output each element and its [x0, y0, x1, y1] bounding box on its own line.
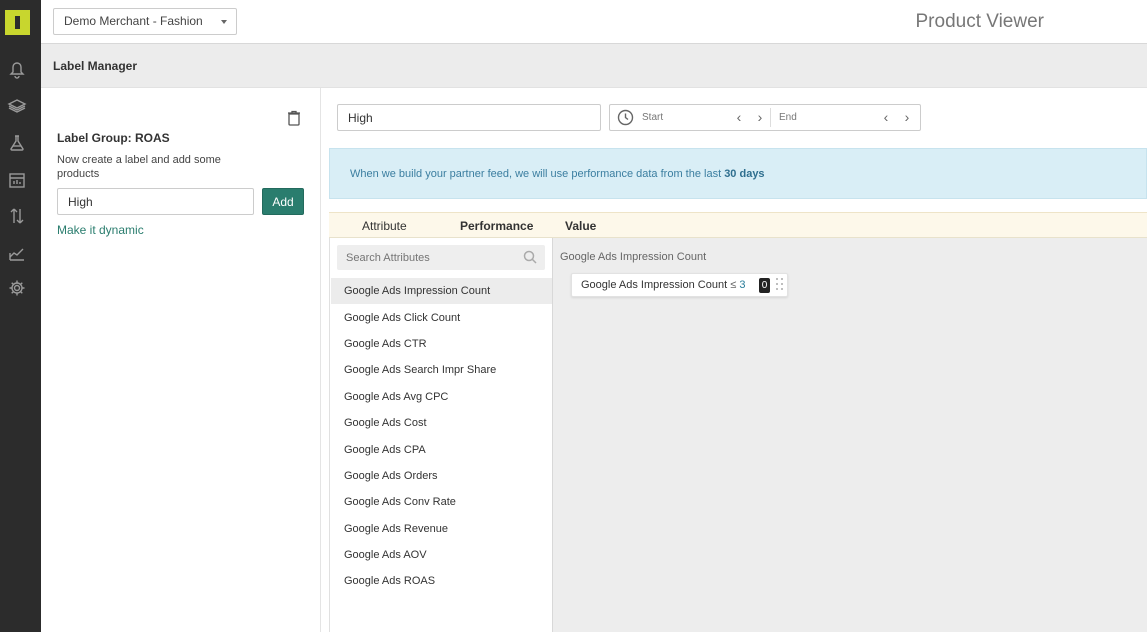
list-item[interactable]: Google Ads Search Impr Share: [331, 357, 552, 383]
section-header: Label Manager: [41, 44, 1147, 88]
attribute-list: Google Ads Impression Count Google Ads C…: [329, 238, 553, 632]
app-logo[interactable]: [5, 10, 30, 35]
list-item[interactable]: Google Ads CTR: [331, 331, 552, 357]
rule-group-title: Google Ads Impression Count: [560, 251, 707, 263]
info-period: 30 days: [724, 168, 765, 180]
search-icon: [523, 250, 537, 264]
tab-attribute[interactable]: Attribute: [362, 219, 407, 233]
chevron-left-icon[interactable]: ‹: [879, 110, 893, 124]
drag-handle-icon[interactable]: [776, 278, 784, 293]
trash-icon[interactable]: [287, 110, 301, 126]
search-input[interactable]: [337, 245, 517, 270]
chevron-right-icon[interactable]: ›: [753, 110, 767, 124]
bell-icon[interactable]: [6, 59, 28, 81]
list-item[interactable]: Google Ads Avg CPC: [331, 384, 552, 410]
rule-value[interactable]: 3: [739, 279, 745, 291]
chevron-down-icon: [221, 20, 227, 24]
make-dynamic-link[interactable]: Make it dynamic: [57, 223, 144, 237]
add-button[interactable]: Add: [262, 188, 304, 215]
page-title: Product Viewer: [915, 11, 1045, 32]
date-range-picker[interactable]: Start ‹ › End ‹ ›: [609, 104, 921, 131]
rule-operator: ≤: [730, 279, 737, 291]
tab-performance[interactable]: Performance: [460, 219, 533, 233]
top-bar: Demo Merchant - Fashion Product Viewer: [41, 0, 1147, 44]
chart-icon[interactable]: [6, 242, 28, 264]
chevron-left-icon[interactable]: ‹: [732, 110, 746, 124]
info-text: When we build your partner feed, we will…: [350, 168, 725, 180]
left-rail: [0, 0, 41, 632]
list-item[interactable]: Google Ads Conv Rate: [331, 489, 552, 515]
list-item[interactable]: Google Ads ROAS: [331, 568, 552, 594]
date-end-field[interactable]: End: [779, 112, 797, 123]
rule-text: Google Ads Impression Count ≤ 3: [581, 279, 745, 291]
label-group-panel: Label Group: ROAS Now create a label and…: [41, 88, 321, 632]
rule-builder-area: Google Ads Impression Count Google Ads I…: [553, 238, 1147, 632]
list-item[interactable]: Google Ads Orders: [331, 463, 552, 489]
label-title-input[interactable]: [337, 104, 601, 131]
label-hint: Now create a label and add some products: [57, 154, 221, 180]
rule-attribute: Google Ads Impression Count: [581, 279, 728, 291]
list-item[interactable]: Google Ads Impression Count: [331, 278, 552, 304]
list-item[interactable]: Google Ads Cost: [331, 410, 552, 436]
list-item[interactable]: Google Ads Revenue: [331, 516, 552, 542]
tab-value[interactable]: Value: [565, 219, 596, 233]
arrows-icon[interactable]: [6, 205, 28, 227]
rule-tabs: Attribute Performance Value: [329, 212, 1147, 238]
list-item[interactable]: Google Ads Click Count: [331, 305, 552, 331]
chevron-right-icon[interactable]: ›: [900, 110, 914, 124]
label-group-title: Label Group: ROAS: [57, 131, 170, 145]
divider: [770, 108, 771, 127]
store-icon[interactable]: [6, 169, 28, 191]
merchant-select-value: Demo Merchant - Fashion: [64, 14, 203, 28]
list-item[interactable]: Google Ads AOV: [331, 542, 552, 568]
info-message: When we build your partner feed, we will…: [350, 168, 765, 180]
rule-chip[interactable]: Google Ads Impression Count ≤ 3 0: [571, 273, 788, 297]
info-banner: When we build your partner feed, we will…: [329, 148, 1147, 199]
list-item[interactable]: Google Ads CPA: [331, 437, 552, 463]
gear-icon[interactable]: [6, 277, 28, 299]
flask-icon[interactable]: [6, 132, 28, 154]
rule-count-badge: 0: [759, 278, 770, 293]
clock-icon: [617, 109, 634, 126]
section-title: Label Manager: [53, 59, 138, 73]
label-name-input[interactable]: [57, 188, 254, 215]
layers-icon[interactable]: [6, 96, 28, 118]
date-start-field[interactable]: Start: [642, 112, 663, 123]
merchant-select[interactable]: Demo Merchant - Fashion: [53, 8, 237, 35]
attribute-search[interactable]: [337, 245, 545, 270]
